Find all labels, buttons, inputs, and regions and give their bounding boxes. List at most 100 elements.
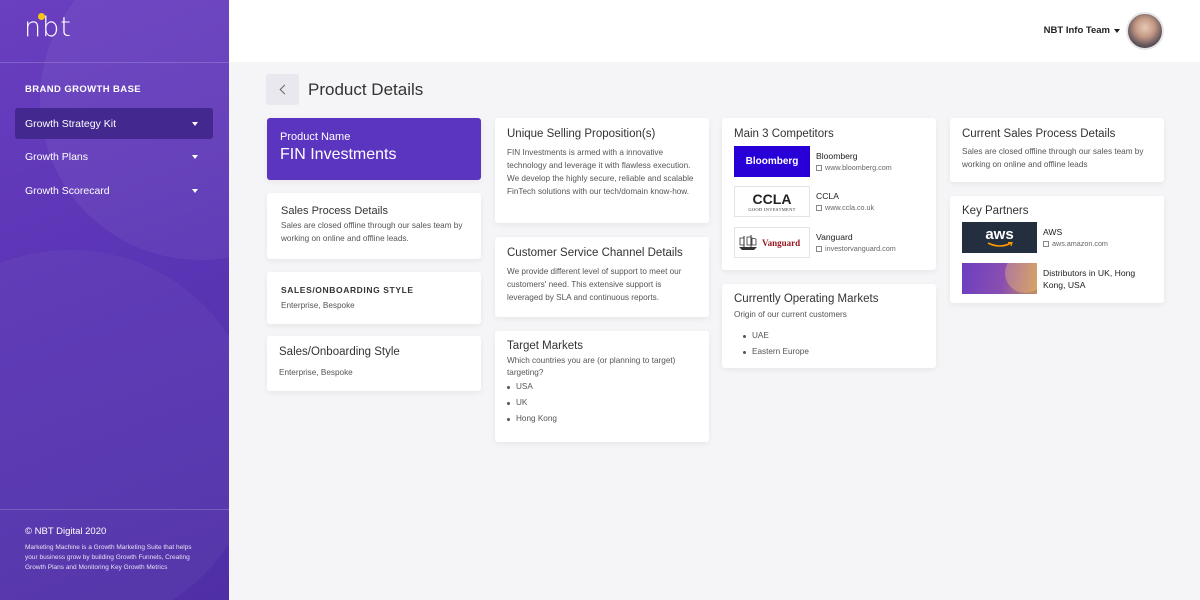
ship-icon [739, 234, 757, 250]
onboarding-style-card-small: SALES/ONBOARDING STYLE Enterprise, Bespo… [267, 272, 481, 324]
partner-name: Distributors in UK, Hong Kong, USA [1043, 267, 1136, 290]
chevron-left-icon [279, 84, 289, 95]
chevron-down-icon [192, 154, 198, 159]
competitor-url: www.ccla.co.uk [825, 203, 875, 212]
partner-info: AWS aws.amazon.com [1043, 227, 1108, 248]
competitor-info: Vanguard investorvanguard.com [816, 232, 896, 253]
target-markets-list: USA UK Hong Kong [507, 379, 697, 427]
sidebar-item-label: Growth Strategy Kit [25, 117, 117, 130]
card-text: We provide different level of support to… [507, 267, 682, 302]
card-text: Sales are closed offline through our sal… [962, 147, 1144, 169]
external-link-icon [1043, 240, 1049, 247]
sidebar-description: Marketing Machine is a Growth Marketing … [25, 544, 192, 571]
competitor-name: Vanguard [816, 232, 853, 242]
top-header: NBT Info Team [229, 0, 1200, 62]
sidebar-item-growth-plans[interactable]: Growth Plans [15, 141, 213, 172]
competitor-link[interactable]: investorvanguard.com [816, 244, 896, 253]
sidebar-item-growth-strategy-kit[interactable]: Growth Strategy Kit [15, 108, 213, 139]
partner-aws: aws AWS aws.amazon.com [962, 222, 1108, 253]
card-title: Main 3 Competitors [734, 128, 834, 140]
external-link-icon [816, 204, 822, 211]
customer-service-card: Customer Service Channel Details We prov… [495, 237, 709, 317]
sidebar-divider [0, 509, 229, 510]
external-link-icon [816, 245, 822, 252]
external-link-icon [816, 164, 822, 171]
product-name-card: Product Name FIN Investments [267, 118, 481, 180]
partner-distributors: Distributors in UK, Hong Kong, USA [962, 263, 1143, 294]
operating-markets-list: UAE Eastern Europe [743, 328, 924, 360]
user-menu[interactable]: NBT Info Team [1044, 25, 1120, 36]
list-item: UAE [743, 328, 924, 344]
page-title: Product Details [308, 80, 424, 99]
partner-url: aws.amazon.com [1052, 239, 1108, 248]
product-name-value: FIN Investments [280, 146, 397, 163]
card-title: Target Markets [507, 340, 584, 352]
avatar[interactable] [1126, 12, 1164, 50]
card-title: SALES/ONBOARDING STYLE [281, 285, 414, 295]
card-title: Customer Service Channel Details [507, 247, 683, 259]
aws-logo: aws [962, 222, 1037, 253]
card-text: FIN Investments is armed with a innovati… [507, 148, 694, 196]
vanguard-logo: Vanguard [734, 227, 810, 258]
current-sales-card: Current Sales Process Details Sales are … [950, 118, 1164, 182]
competitor-bloomberg: Bloomberg Bloomberg www.bloomberg.com [734, 146, 892, 177]
partner-info: Distributors in UK, Hong Kong, USA [1043, 267, 1143, 291]
logo-text: Bloomberg [745, 156, 799, 167]
key-partners-card: Key Partners aws AWS aws.amazon.com Dist… [950, 196, 1164, 303]
partner-name: AWS [1043, 227, 1063, 237]
list-item: USA [507, 379, 697, 395]
list-item: Hong Kong [507, 411, 697, 427]
chevron-down-icon [192, 121, 198, 126]
distributors-image [962, 263, 1037, 294]
card-text: Sales are closed offline through our sal… [281, 221, 463, 243]
competitor-url: investorvanguard.com [825, 244, 896, 253]
onboarding-style-card-large: Sales/Onboarding Style Enterprise, Bespo… [267, 336, 481, 391]
ccla-logo: CCLA GOOD INVESTMENT [734, 186, 810, 217]
usp-card: Unique Selling Proposition(s) FIN Invest… [495, 118, 709, 223]
partner-link[interactable]: aws.amazon.com [1043, 239, 1108, 248]
list-item: Eastern Europe [743, 344, 924, 360]
sales-process-card: Sales Process Details Sales are closed o… [267, 193, 481, 259]
card-text: Enterprise, Bespoke [281, 301, 355, 310]
logo-subtext: GOOD INVESTMENT [748, 206, 796, 212]
sidebar: nbt BRAND GROWTH BASE Growth Strategy Ki… [0, 0, 229, 600]
logo-text: nbt [24, 12, 72, 43]
nbt-logo[interactable]: nbt [24, 13, 84, 43]
target-markets-card: Target Markets Which countries you are (… [495, 331, 709, 442]
competitor-name: Bloomberg [816, 151, 858, 161]
logo-text: Vanguard [762, 237, 801, 248]
sidebar-item-label: Growth Scorecard [25, 184, 110, 197]
card-text: Enterprise, Bespoke [279, 368, 353, 377]
sidebar-item-growth-scorecard[interactable]: Growth Scorecard [15, 175, 213, 206]
card-title: Currently Operating Markets [734, 293, 879, 305]
competitor-ccla: CCLA GOOD INVESTMENT CCLA www.ccla.co.uk [734, 186, 874, 217]
card-title: Sales/Onboarding Style [279, 346, 400, 358]
chevron-down-icon [1114, 28, 1120, 33]
card-title: Key Partners [962, 205, 1029, 217]
operating-markets-card: Currently Operating Markets Origin of ou… [722, 284, 936, 368]
competitor-link[interactable]: www.bloomberg.com [816, 163, 892, 172]
card-subtitle: Origin of our current customers [734, 310, 847, 319]
card-title: Current Sales Process Details [962, 128, 1116, 140]
logo-text: CCLA [752, 190, 792, 207]
card-title: Sales Process Details [281, 205, 388, 217]
product-name-label: Product Name [280, 131, 351, 143]
sidebar-item-label: Growth Plans [25, 150, 89, 163]
competitor-info: CCLA www.ccla.co.uk [816, 191, 874, 212]
user-name: NBT Info Team [1043, 25, 1110, 36]
back-button[interactable] [266, 74, 299, 105]
bloomberg-logo: Bloomberg [734, 146, 810, 177]
logo-text: aws [985, 225, 1014, 243]
copyright: © NBT Digital 2020 [25, 526, 107, 537]
competitor-info: Bloomberg www.bloomberg.com [816, 151, 892, 172]
chevron-down-icon [192, 188, 198, 193]
competitor-name: CCLA [816, 191, 839, 201]
card-subtitle: Which countries you are (or planning to … [507, 356, 676, 377]
list-item: UK [507, 395, 697, 411]
logo-dot [38, 13, 45, 20]
competitor-url: www.bloomberg.com [825, 163, 892, 172]
smile-icon [987, 241, 1013, 247]
competitor-link[interactable]: www.ccla.co.uk [816, 203, 874, 212]
competitors-card: Main 3 Competitors Bloomberg Bloomberg w… [722, 118, 936, 270]
card-title: Unique Selling Proposition(s) [507, 128, 656, 140]
